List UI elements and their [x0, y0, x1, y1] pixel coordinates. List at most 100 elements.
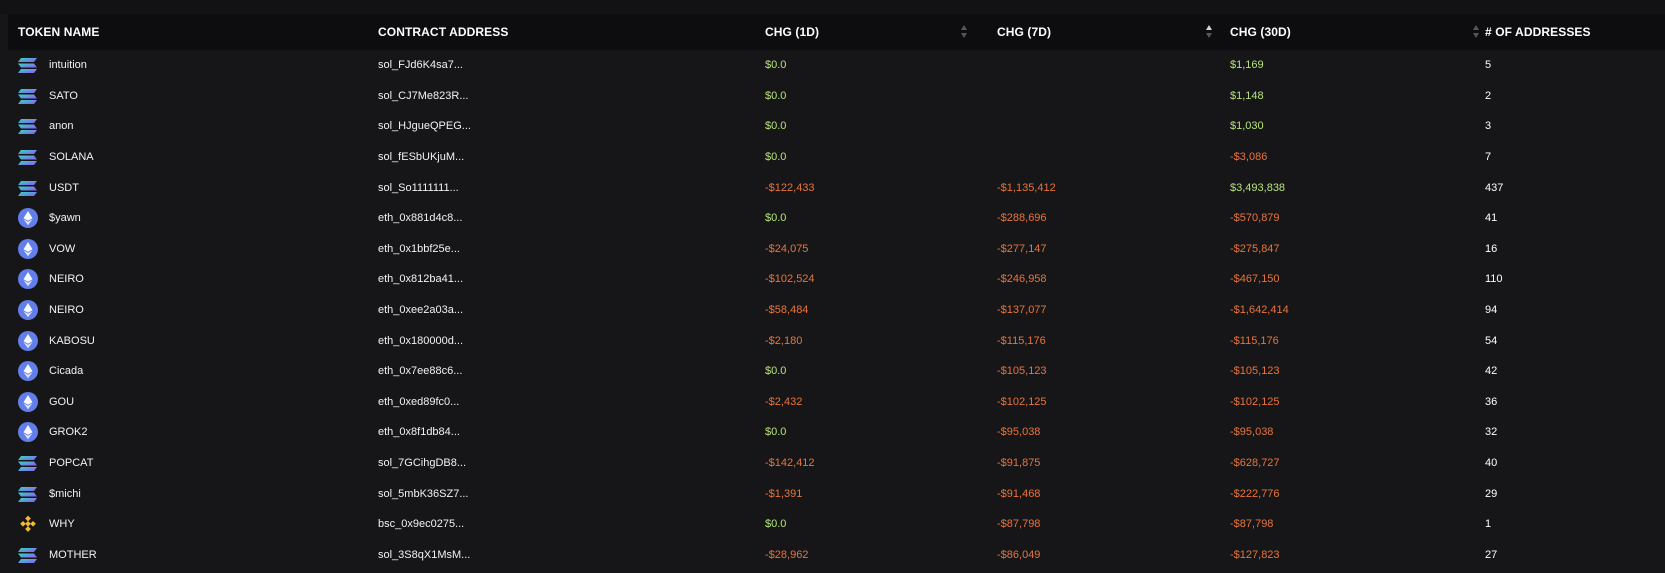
token-name[interactable]: WHY — [49, 518, 75, 530]
token-name[interactable]: KABOSU — [49, 335, 95, 347]
table-row[interactable]: $yawn eth_0x881d4c8... $0.0 -$288,696 -$570,… — [8, 203, 1665, 234]
table-row[interactable]: VOW eth_0x1bbf25e... -$24,075 -$277,147 -$27… — [8, 234, 1665, 265]
address-count-cell: 41 — [1485, 203, 1655, 234]
chg-7d-value: -$288,696 — [997, 212, 1047, 225]
address-count: 41 — [1485, 212, 1498, 225]
token-name[interactable]: $michi — [49, 488, 81, 500]
address-count: 16 — [1485, 242, 1498, 255]
contract-address[interactable]: sol_CJ7Me823R... — [378, 90, 469, 102]
contract-address[interactable]: sol_HJgueQPEG... — [378, 120, 471, 132]
token-name[interactable]: MOTHER — [49, 549, 97, 561]
contract-address[interactable]: sol_5mbK36SZ7... — [378, 488, 469, 500]
token-name-cell: NEIRO — [18, 264, 358, 295]
chg-7d-value: -$102,125 — [997, 395, 1047, 408]
chg-1d-cell: $0.0 — [765, 356, 997, 387]
contract-address-cell: eth_0xee2a03a... — [378, 295, 758, 326]
token-name[interactable]: NEIRO — [49, 273, 84, 285]
chg-7d-cell: -$102,125 — [997, 387, 1230, 418]
chg-1d-value: -$28,962 — [765, 548, 809, 561]
contract-address[interactable]: eth_0x812ba41... — [378, 273, 463, 285]
token-name-cell: MOTHER — [18, 540, 358, 571]
contract-address-cell: eth_0xed89fc0... — [378, 387, 758, 418]
address-count-cell: 16 — [1485, 234, 1655, 265]
contract-address-cell: sol_FJd6K4sa7... — [378, 50, 758, 81]
chg-30d-value: -$467,150 — [1230, 273, 1280, 286]
chg-30d-value: -$3,086 — [1230, 151, 1268, 164]
column-header-chg-1d[interactable]: CHG (1D) — [765, 14, 997, 50]
chg-7d-cell — [997, 111, 1230, 142]
table-row[interactable]: Cicada eth_0x7ee88c6... $0.0 -$105,123 -$105… — [8, 356, 1665, 387]
chg-30d-value: -$95,038 — [1230, 426, 1274, 439]
table-row[interactable]: MOTHER sol_3S8qX1MsM... -$28,962 -$86,049 -$… — [8, 540, 1665, 571]
token-name[interactable]: SOLANA — [49, 151, 94, 163]
table-row[interactable]: $michi sol_5mbK36SZ7... -$1,391 -$91,468 -$2… — [8, 478, 1665, 509]
token-name-cell: NEIRO — [18, 295, 358, 326]
chg-1d-cell: -$24,075 — [765, 234, 997, 265]
token-name-cell: USDT — [18, 172, 358, 203]
table-row[interactable]: WHY bsc_0x9ec0275... $0.0 -$87,798 -$87,798 1 — [8, 509, 1665, 540]
contract-address[interactable]: eth_0x881d4c8... — [378, 212, 462, 224]
chg-7d-cell — [997, 142, 1230, 173]
column-header-token-name[interactable]: TOKEN NAME — [18, 14, 358, 50]
token-name[interactable]: GROK2 — [49, 426, 88, 438]
chg-1d-value: $0.0 — [765, 120, 787, 133]
contract-address[interactable]: sol_So1111111... — [378, 182, 459, 194]
column-header-label: CONTRACT ADDRESS — [378, 25, 509, 39]
table-row[interactable]: NEIRO eth_0x812ba41... -$102,524 -$246,958 -… — [8, 264, 1665, 295]
table-row[interactable]: POPCAT sol_7GCihgDB8... -$142,412 -$91,875 -… — [8, 448, 1665, 479]
contract-address[interactable]: eth_0x180000d... — [378, 335, 463, 347]
sort-icon[interactable] — [961, 25, 969, 39]
column-header-chg-30d[interactable]: CHG (30D) — [1230, 14, 1485, 50]
chg-1d-cell: -$102,524 — [765, 264, 997, 295]
token-name[interactable]: VOW — [49, 243, 75, 255]
token-name[interactable]: POPCAT — [49, 457, 93, 469]
address-count-cell: 3 — [1485, 111, 1655, 142]
token-name[interactable]: anon — [49, 120, 73, 132]
column-header-contract-address[interactable]: CONTRACT ADDRESS — [378, 14, 758, 50]
token-name[interactable]: GOU — [49, 396, 74, 408]
table-row[interactable]: intuition sol_FJd6K4sa7... $0.0 $1,169 5 — [8, 50, 1665, 81]
token-name[interactable]: intuition — [49, 59, 87, 71]
eth-chain-icon — [18, 422, 38, 443]
table-row[interactable]: SATO sol_CJ7Me823R... $0.0 $1,148 2 — [8, 81, 1665, 112]
contract-address[interactable]: eth_0xee2a03a... — [378, 304, 463, 316]
chg-30d-value: $1,148 — [1230, 89, 1264, 102]
table-row[interactable]: KABOSU eth_0x180000d... -$2,180 -$115,176 -$… — [8, 325, 1665, 356]
table-row[interactable]: SOLANA sol_fESbUKjuM... $0.0 -$3,086 7 — [8, 142, 1665, 173]
sol-chain-icon — [18, 55, 38, 75]
column-header-num-addresses[interactable]: # OF ADDRESSES — [1485, 14, 1655, 50]
sort-ascending-icon[interactable] — [1206, 25, 1214, 39]
contract-address[interactable]: eth_0x1bbf25e... — [378, 243, 460, 255]
contract-address[interactable]: sol_7GCihgDB8... — [378, 457, 466, 469]
eth-chain-icon — [18, 238, 38, 259]
address-count: 94 — [1485, 304, 1498, 317]
table-row[interactable]: NEIRO eth_0xee2a03a... -$58,484 -$137,077 -$… — [8, 295, 1665, 326]
contract-address[interactable]: bsc_0x9ec0275... — [378, 518, 464, 530]
token-name[interactable]: USDT — [49, 182, 79, 194]
table-row[interactable]: GROK2 eth_0x8f1db84... $0.0 -$95,038 -$95,03… — [8, 417, 1665, 448]
column-header-chg-7d[interactable]: CHG (7D) — [997, 14, 1230, 50]
token-name-cell: GOU — [18, 387, 358, 418]
chg-1d-value: -$142,412 — [765, 457, 815, 470]
address-count: 42 — [1485, 365, 1498, 378]
token-name[interactable]: SATO — [49, 90, 78, 102]
address-count-cell: 5 — [1485, 50, 1655, 81]
contract-address[interactable]: eth_0x7ee88c6... — [378, 365, 462, 377]
address-count-cell: 54 — [1485, 325, 1655, 356]
chg-7d-value: -$246,958 — [997, 273, 1047, 286]
chg-1d-cell: -$1,391 — [765, 478, 997, 509]
chg-30d-value: -$570,879 — [1230, 212, 1280, 225]
eth-chain-icon — [18, 361, 38, 382]
table-row[interactable]: USDT sol_So1111111... -$122,433 -$1,135,412… — [8, 172, 1665, 203]
contract-address[interactable]: sol_3S8qX1MsM... — [378, 549, 470, 561]
contract-address[interactable]: sol_fESbUKjuM... — [378, 151, 464, 163]
token-name[interactable]: $yawn — [49, 212, 81, 224]
table-row[interactable]: GOU eth_0xed89fc0... -$2,432 -$102,125 -$102… — [8, 387, 1665, 418]
token-name[interactable]: NEIRO — [49, 304, 84, 316]
contract-address[interactable]: eth_0xed89fc0... — [378, 396, 459, 408]
token-name[interactable]: Cicada — [49, 365, 83, 377]
contract-address[interactable]: eth_0x8f1db84... — [378, 426, 460, 438]
contract-address[interactable]: sol_FJd6K4sa7... — [378, 59, 463, 71]
table-row[interactable]: anon sol_HJgueQPEG... $0.0 $1,030 3 — [8, 111, 1665, 142]
sort-icon[interactable] — [1473, 25, 1481, 39]
